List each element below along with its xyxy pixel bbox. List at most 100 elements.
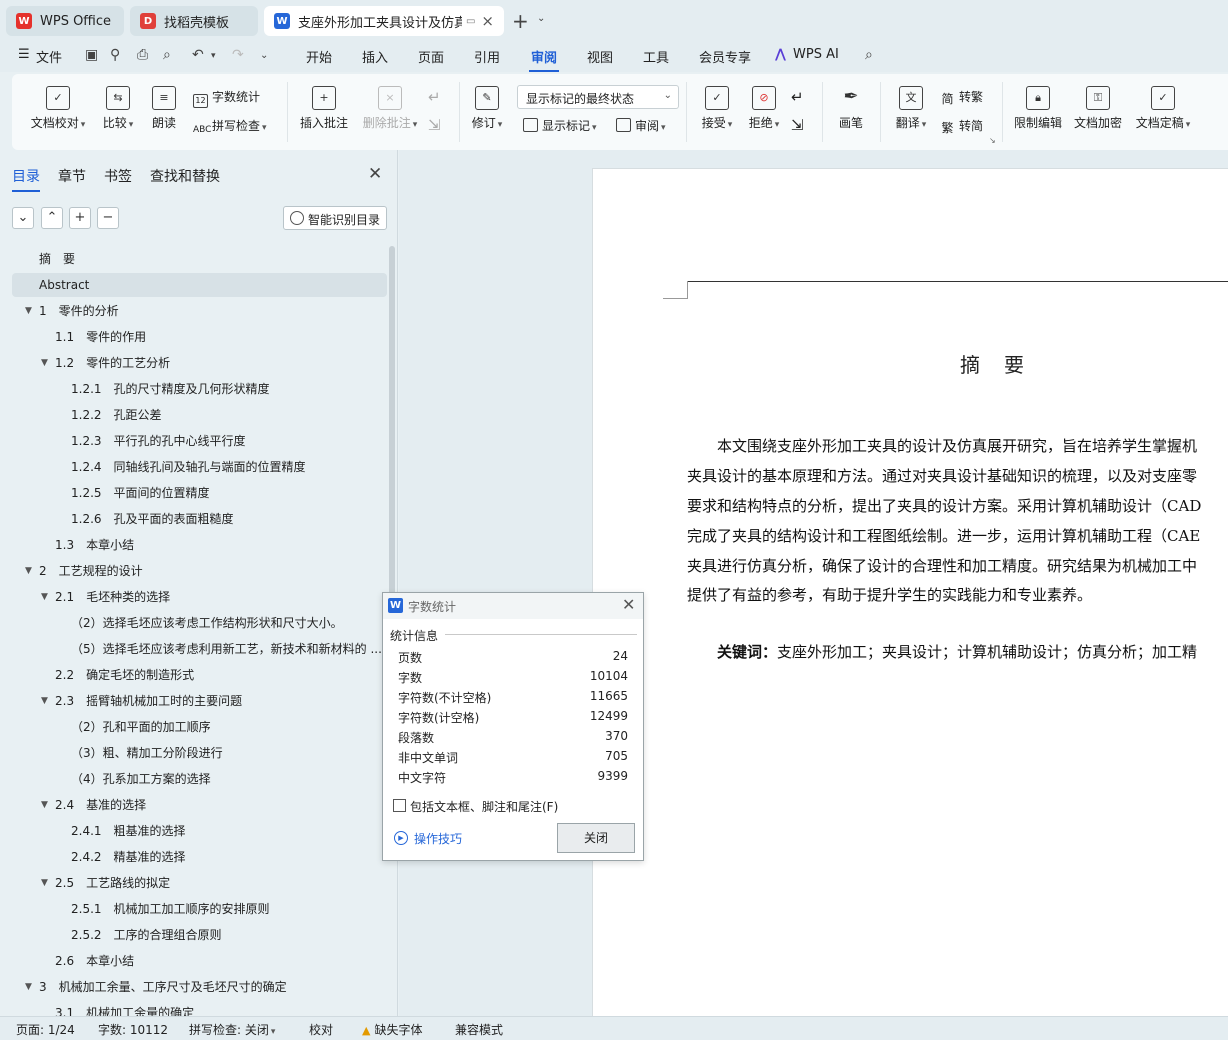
expand-toggle-icon[interactable]: ▼: [41, 351, 48, 375]
close-icon[interactable]: ✕: [622, 595, 635, 614]
toc-item[interactable]: 1.2.5 平面间的位置精度: [12, 481, 387, 505]
doc-check-button[interactable]: ✓ 文档校对 ▾: [30, 86, 86, 131]
compare-button[interactable]: ⇆ 比较 ▾: [98, 86, 138, 131]
group-launcher-icon[interactable]: ↘: [989, 136, 996, 145]
to-simplified-button[interactable]: 繁转简: [940, 117, 983, 137]
expand-toggle-icon[interactable]: ▼: [41, 689, 48, 713]
toc-item[interactable]: 1.2.3 平行孔的孔中心线平行度: [12, 429, 387, 453]
panel-scrollbar[interactable]: [389, 246, 395, 596]
tab-chapters[interactable]: 章节: [58, 166, 86, 186]
expand-toggle-icon[interactable]: ▼: [41, 585, 48, 609]
menu-page[interactable]: 页面: [418, 47, 444, 66]
toc-item[interactable]: ▼ 1.2 零件的工艺分析: [12, 351, 387, 375]
close-tab-icon[interactable]: ×: [481, 12, 494, 30]
toc-item[interactable]: 1.1 零件的作用: [12, 325, 387, 349]
search-icon[interactable]: ⌕: [865, 47, 873, 63]
translate-button[interactable]: 文 翻译 ▾: [892, 86, 930, 131]
spell-check-status[interactable]: 拼写检查: 关闭 ▾: [189, 1021, 275, 1038]
menu-member[interactable]: 会员专享: [699, 47, 751, 66]
show-markup-button[interactable]: 显示标记 ▾: [523, 117, 597, 134]
toc-item[interactable]: 2.4.1 粗基准的选择: [12, 819, 387, 843]
close-panel-icon[interactable]: ✕: [368, 164, 382, 184]
toc-item[interactable]: 2.5.2 工序的合理组合原则: [12, 923, 387, 947]
chevron-down-icon[interactable]: ⌄: [537, 13, 545, 24]
print-preview-icon[interactable]: ⌕: [163, 47, 171, 63]
to-traditional-button[interactable]: 简转繁: [940, 88, 983, 108]
expand-toggle-icon[interactable]: ▼: [25, 975, 32, 999]
missing-font-status[interactable]: ▲ 缺失字体: [362, 1021, 422, 1038]
monitor-icon[interactable]: ▭: [466, 16, 475, 27]
quick-access-dropdown-icon[interactable]: ⌄: [260, 50, 268, 61]
tab-find-replace[interactable]: 查找和替换: [150, 166, 220, 186]
expand-toggle-icon[interactable]: ▼: [25, 299, 32, 323]
page-indicator[interactable]: 页面: 1/24: [16, 1021, 75, 1038]
toc-item[interactable]: 2.4.2 精基准的选择: [12, 845, 387, 869]
menu-view[interactable]: 视图: [587, 47, 613, 66]
toc-item[interactable]: 1.2.6 孔及平面的表面粗糙度: [12, 507, 387, 531]
spell-check-button[interactable]: ABC拼写检查 ▾: [193, 117, 267, 139]
tips-link[interactable]: 操作技巧: [414, 830, 462, 847]
dialog-close-button[interactable]: 关闭: [557, 823, 635, 853]
menu-wps-ai[interactable]: WPS AI: [793, 47, 839, 62]
menu-review[interactable]: 审阅: [528, 47, 560, 72]
tab-docer-templates[interactable]: D 找稻壳模板: [130, 6, 258, 36]
share-icon[interactable]: ⚲: [110, 47, 120, 63]
include-textbox-label[interactable]: 包括文本框、脚注和尾注(F): [410, 798, 558, 815]
toc-item[interactable]: ▼ 1 零件的分析: [12, 299, 387, 323]
tab-wps-office[interactable]: W WPS Office: [6, 6, 124, 36]
previous-change-icon[interactable]: ↵: [791, 88, 804, 106]
menu-insert[interactable]: 插入: [362, 47, 388, 66]
dialog-titlebar[interactable]: W 字数统计 ✕: [383, 593, 643, 619]
toc-item[interactable]: 2.2 确定毛坯的制造形式: [12, 663, 387, 687]
menu-references[interactable]: 引用: [474, 47, 500, 66]
tab-document[interactable]: W 支座外形加工夹具设计及仿真 ▭ ×: [264, 6, 504, 36]
save-icon[interactable]: ▣: [85, 47, 98, 63]
document-page[interactable]: 摘 要 本文围绕支座外形加工夹具的设计及仿真展开研究，旨在培养学生掌握机 夹具设…: [592, 168, 1228, 1016]
expand-toggle-icon[interactable]: ▼: [41, 871, 48, 895]
hamburger-icon[interactable]: ☰: [18, 47, 30, 62]
toc-item[interactable]: 2.5.1 机械加工加工顺序的安排原则: [12, 897, 387, 921]
toc-item[interactable]: ▼ 3 机械加工余量、工序尺寸及毛坯尺寸的确定: [12, 975, 387, 999]
toc-item[interactable]: （5）选择毛坯应该考虑利用新工艺，新技术和新材料的 ...: [12, 637, 387, 661]
redo-icon[interactable]: ↷: [232, 47, 244, 63]
toc-item[interactable]: ▼ 2.5 工艺路线的拟定: [12, 871, 387, 895]
delete-comment-button[interactable]: × 删除批注 ▾: [359, 86, 421, 131]
next-change-icon[interactable]: ⇲: [791, 116, 804, 134]
restrict-edit-button[interactable]: 🔒︎ 限制编辑: [1012, 86, 1064, 131]
toc-item[interactable]: 2.6 本章小结: [12, 949, 387, 973]
toc-item[interactable]: 1.2.1 孔的尺寸精度及几何形状精度: [12, 377, 387, 401]
toc-item[interactable]: 3.1 机械加工余量的确定: [12, 1001, 387, 1016]
tab-bookmarks[interactable]: 书签: [104, 166, 132, 186]
toc-item[interactable]: 1.2.2 孔距公差: [12, 403, 387, 427]
encrypt-button[interactable]: ⚿ 文档加密: [1072, 86, 1124, 131]
toc-item[interactable]: （3）粗、精加工分阶段进行: [12, 741, 387, 765]
toc-item[interactable]: ▼ 2.1 毛坯种类的选择: [12, 585, 387, 609]
include-textbox-checkbox[interactable]: [393, 799, 406, 812]
toc-item[interactable]: Abstract: [12, 273, 387, 297]
undo-dropdown-icon[interactable]: ▾: [211, 51, 216, 61]
toc-item[interactable]: （4）孔系加工方案的选择: [12, 767, 387, 791]
finalize-button[interactable]: ✓ 文档定稿 ▾: [1132, 86, 1194, 131]
menu-tools[interactable]: 工具: [643, 47, 669, 66]
expand-up-icon[interactable]: ⌃: [41, 207, 63, 229]
print-icon[interactable]: ⎙: [137, 47, 148, 63]
expand-toggle-icon[interactable]: ▼: [41, 793, 48, 817]
read-aloud-button[interactable]: ≡ 朗读: [149, 86, 179, 131]
collapse-all-icon[interactable]: ⌄: [12, 207, 34, 229]
previous-comment-icon[interactable]: ↵: [428, 88, 441, 106]
tab-toc[interactable]: 目录: [12, 166, 40, 192]
markup-state-select[interactable]: 显示标记的最终状态 ⌄: [517, 85, 679, 109]
insert-comment-button[interactable]: + 插入批注: [299, 86, 349, 131]
menu-start[interactable]: 开始: [306, 47, 332, 66]
menu-file[interactable]: 文件: [36, 47, 62, 66]
toc-item[interactable]: 1.3 本章小结: [12, 533, 387, 557]
next-comment-icon[interactable]: ⇲: [428, 116, 441, 134]
word-count-button[interactable]: 12 字数统计: [193, 88, 260, 108]
accept-button[interactable]: ✓ 接受 ▾: [698, 86, 736, 131]
remove-heading-icon[interactable]: −: [97, 207, 119, 229]
expand-toggle-icon[interactable]: ▼: [25, 559, 32, 583]
toc-item[interactable]: （2）选择毛坯应该考虑工作结构形状和尺寸大小。: [12, 611, 387, 635]
track-changes-button[interactable]: ✎ 修订 ▾: [469, 86, 505, 131]
undo-icon[interactable]: ↶: [192, 47, 204, 63]
smart-toc-button[interactable]: 智能识别目录: [283, 206, 387, 230]
